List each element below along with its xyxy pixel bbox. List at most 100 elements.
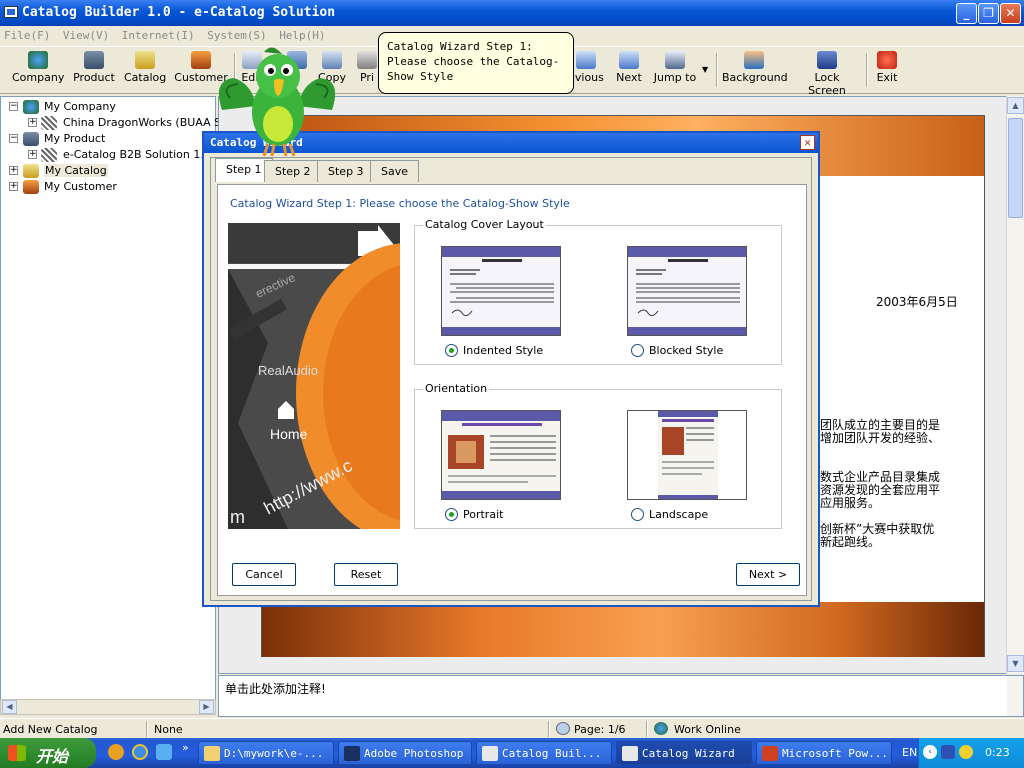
jump-to-button[interactable]: Jump to <box>652 51 698 91</box>
tray-app-icon[interactable] <box>941 745 955 759</box>
portrait-thumbnail[interactable] <box>441 410 561 500</box>
lock-screen-button[interactable]: Lock Screen <box>794 51 860 97</box>
document-line: 新起跑线。 <box>820 535 881 549</box>
scroll-up-icon[interactable]: ▲ <box>1007 97 1024 114</box>
indented-style-radio[interactable] <box>445 344 458 357</box>
expand-icon[interactable]: + <box>28 118 37 127</box>
preview-vertical-scrollbar[interactable]: ▲ ▼ <box>1006 96 1024 674</box>
scroll-down-icon[interactable]: ▼ <box>1007 655 1024 672</box>
app-icon <box>4 6 18 18</box>
tree-item-company-child[interactable]: + China DragonWorks (BUAA So <box>1 115 228 131</box>
task-catalog-builder[interactable]: Catalog Buil... <box>476 741 612 765</box>
tree-item-my-product[interactable]: − My Product <box>1 131 215 147</box>
power-icon <box>877 51 897 69</box>
restore-button[interactable]: ❐ <box>978 3 999 24</box>
blocked-style-thumbnail[interactable] <box>627 246 747 336</box>
page-icon <box>556 722 570 735</box>
landscape-radio[interactable] <box>631 508 644 521</box>
expand-icon[interactable]: + <box>28 150 37 159</box>
notes-scrollbar[interactable] <box>1007 676 1023 716</box>
app-title-bar: Catalog Builder 1.0 - e-Catalog Solution… <box>0 0 1024 26</box>
dialog-close-button[interactable]: ✕ <box>800 135 815 150</box>
tree-horizontal-scrollbar[interactable]: ◀ ▶ <box>0 699 216 715</box>
parrot-assistant-icon[interactable] <box>212 40 342 158</box>
indented-style-thumbnail[interactable] <box>441 246 561 336</box>
portrait-label: Portrait <box>463 508 504 521</box>
expand-icon[interactable]: + <box>9 166 18 175</box>
catalog-wizard-icon <box>622 746 638 761</box>
wizard-heading: Catalog Wizard Step 1: Please choose the… <box>230 197 570 210</box>
start-button[interactable]: 开始 <box>0 738 96 768</box>
portrait-radio[interactable] <box>445 508 458 521</box>
landscape-label: Landscape <box>649 508 709 521</box>
desktop-icon[interactable] <box>156 744 172 760</box>
internet-explorer-icon[interactable] <box>132 744 148 760</box>
next-button[interactable]: Next <box>614 51 644 91</box>
menu-internet[interactable]: Internet(I) <box>118 26 200 42</box>
tree-item-my-company[interactable]: − My Company <box>1 99 215 115</box>
collapse-icon[interactable]: − <box>9 102 18 111</box>
lock-icon <box>817 51 837 69</box>
system-tray: ‹ 0:23 <box>918 738 1024 768</box>
exit-button[interactable]: Exit <box>874 51 900 91</box>
tab-step-2[interactable]: Step 2 <box>264 160 322 182</box>
task-explorer[interactable]: D:\mywork\e-... <box>198 741 334 765</box>
image-text-m: m <box>230 507 245 527</box>
tab-save[interactable]: Save <box>370 160 420 182</box>
tab-step-3[interactable]: Step 3 <box>317 160 375 182</box>
product-button[interactable]: Product <box>70 51 118 91</box>
reset-button[interactable]: Reset <box>334 563 398 586</box>
menu-view[interactable]: View(V) <box>59 26 114 42</box>
orientation-group: Orientation Portrait Landscape <box>414 382 782 529</box>
photoshop-icon <box>344 746 360 761</box>
scroll-right-icon[interactable]: ▶ <box>199 700 214 714</box>
quick-launch-more-icon[interactable]: » <box>182 741 189 754</box>
printer-icon <box>357 51 377 69</box>
tab-panel: Catalog Wizard Step 1: Please choose the… <box>217 184 807 596</box>
cancel-button[interactable]: Cancel <box>232 563 296 586</box>
catalog-icon <box>23 164 39 178</box>
expand-icon[interactable]: + <box>9 182 18 191</box>
collapse-icon[interactable]: − <box>9 134 18 143</box>
scroll-left-icon[interactable]: ◀ <box>2 700 17 714</box>
company-icon <box>41 116 57 130</box>
catalog-button[interactable]: Catalog <box>124 51 166 91</box>
blocked-style-label: Blocked Style <box>649 344 724 357</box>
previous-icon <box>576 51 596 69</box>
catalog-icon <box>135 51 155 69</box>
status-separator <box>548 721 550 737</box>
company-button[interactable]: Company <box>12 51 64 91</box>
background-button[interactable]: Background <box>722 51 788 91</box>
media-player-icon[interactable] <box>108 744 124 760</box>
task-powerpoint[interactable]: Microsoft Pow... <box>756 741 892 765</box>
tray-messenger-icon[interactable] <box>959 745 973 759</box>
tray-arrow-icon[interactable]: ‹ <box>923 745 937 759</box>
wizard-tooltip: Catalog Wizard Step 1: Please choose the… <box>378 32 574 94</box>
letter-preview <box>628 247 746 335</box>
close-button[interactable]: ✕ <box>1000 3 1021 24</box>
status-separator <box>146 721 148 737</box>
menu-file[interactable]: File(F) <box>0 26 55 42</box>
status-page: Page: 1/6 <box>574 723 626 736</box>
task-catalog-wizard[interactable]: Catalog Wizard <box>616 741 752 765</box>
catalog-wizard-dialog: Catalog Wizard ✕ Step 1 Step 2 Step 3 Sa… <box>202 131 820 607</box>
status-online: Work Online <box>674 723 741 736</box>
letter-preview <box>442 247 560 335</box>
print-button[interactable]: Pri <box>356 51 378 91</box>
tree-item-my-customer[interactable]: + My Customer <box>1 179 215 195</box>
product-item-icon <box>41 148 57 162</box>
landscape-thumbnail[interactable] <box>627 410 747 500</box>
tree-item-product-child[interactable]: + e-Catalog B2B Solution 1.0 <box>1 147 215 163</box>
language-indicator[interactable]: EN <box>902 746 917 759</box>
scroll-thumb[interactable] <box>1008 118 1023 218</box>
tree-item-my-catalog[interactable]: + My Catalog <box>1 163 215 179</box>
blocked-style-radio[interactable] <box>631 344 644 357</box>
jump-dropdown-arrow-icon[interactable]: ▼ <box>702 65 708 74</box>
next-step-button[interactable]: Next > <box>736 563 800 586</box>
notes-area[interactable]: 单击此处添加注释! <box>218 675 1024 717</box>
jump-icon <box>665 51 685 69</box>
task-photoshop[interactable]: Adobe Photoshop <box>338 741 472 765</box>
toolbar-separator <box>716 53 718 87</box>
customer-icon <box>23 180 39 194</box>
minimize-button[interactable]: _ <box>956 3 977 24</box>
